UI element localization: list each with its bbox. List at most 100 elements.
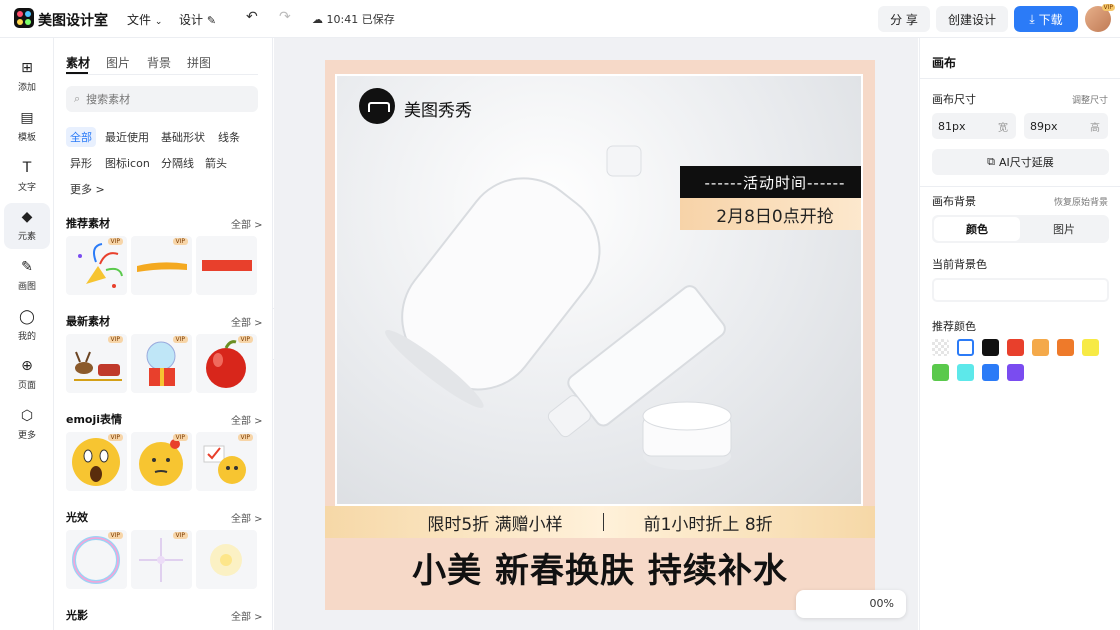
element-thumb-bubble[interactable]: VIP — [66, 530, 127, 589]
rail-item-text[interactable]: T 文字 — [4, 154, 50, 200]
swatch-transparent[interactable] — [932, 339, 949, 356]
rail-item-label: 画图 — [17, 282, 36, 292]
element-thumb-reindeer-sleigh[interactable]: VIP — [66, 334, 127, 393]
element-thumb-party-popper[interactable]: VIP — [66, 236, 127, 295]
redo-icon[interactable]: ↷ — [279, 9, 291, 25]
element-thumb-glow[interactable] — [196, 530, 257, 589]
chevron-down-icon: ⌄ — [154, 17, 163, 27]
swatch-cyan[interactable] — [957, 364, 974, 381]
seg-image[interactable]: 图片 — [1021, 217, 1107, 241]
element-thumb-red-bar[interactable] — [196, 236, 257, 295]
rail-item-label: 页面 — [17, 381, 36, 391]
rail-item-template[interactable]: ▤ 模板 — [4, 104, 50, 150]
search-box[interactable]: ⌕ — [66, 86, 258, 112]
tab-material[interactable]: 素材 — [66, 54, 90, 71]
zoom-level: 00% — [869, 597, 894, 610]
chip-divider[interactable]: 分隔线 — [157, 153, 198, 173]
element-thumb-emoji-thinking[interactable]: VIP — [131, 432, 192, 491]
element-thumb-brush-stroke[interactable]: VIP — [131, 236, 192, 295]
cube-icon: ⬡ — [20, 408, 34, 424]
section-more-emoji[interactable]: 全部 > — [231, 412, 263, 427]
vip-badge: VIP — [237, 336, 253, 343]
canvas-brand-text[interactable]: 美图秀秀 — [404, 96, 472, 121]
rail-item-add[interactable]: ⊞ 添加 — [4, 54, 50, 100]
ai-resize-button[interactable]: ⧉ AI尺寸延展 — [932, 149, 1109, 175]
element-thumb-emoji-scared[interactable]: VIP — [66, 432, 127, 491]
rail-item-page[interactable]: ⊕ 页面 — [4, 352, 50, 398]
swatch-light-orange[interactable] — [1032, 339, 1049, 356]
design-canvas[interactable]: 美图秀秀 ------活动时间------ 2月8日0点开抢 限时5折 满赠小样… — [325, 60, 875, 610]
rail-item-label: 我的 — [17, 332, 36, 342]
rail-item-more[interactable]: ⬡ 更多 — [4, 402, 50, 448]
width-field[interactable]: 81px 宽 — [932, 113, 1016, 139]
swatch-red[interactable] — [1007, 339, 1024, 356]
element-thumb-snow-globe-gift[interactable]: VIP — [131, 334, 192, 393]
resize-link[interactable]: 调整尺寸 — [1072, 93, 1108, 106]
file-menu[interactable]: 文件 ⌄ — [127, 11, 162, 28]
canvas-size-label: 画布尺寸 — [932, 93, 976, 106]
rail-item-mine[interactable]: ◯ 我的 — [4, 303, 50, 349]
element-thumb-apple[interactable]: VIP — [196, 334, 257, 393]
element-thumb-sparkle[interactable]: VIP — [131, 530, 192, 589]
vip-badge: VIP — [107, 532, 123, 539]
section-more-light-effect[interactable]: 全部 > — [231, 510, 263, 525]
tab-image[interactable]: 图片 — [106, 54, 130, 71]
chip-arrow[interactable]: 箭头 — [201, 153, 231, 173]
tab-collage[interactable]: 拼图 — [187, 54, 211, 71]
search-input[interactable] — [86, 92, 237, 106]
swatch-orange[interactable] — [1057, 339, 1074, 356]
vip-badge: VIP — [107, 238, 123, 245]
design-menu[interactable]: 设计 ✎ — [179, 11, 216, 28]
swatch-black[interactable] — [982, 339, 999, 356]
vip-badge: VIP — [172, 336, 188, 343]
section-title-emoji: emoji表情 — [66, 413, 123, 426]
promo-strip[interactable]: 限时5折 满赠小样 前1小时折上 8折 — [325, 506, 875, 538]
cloud-icon: ☁ — [312, 13, 323, 26]
zoom-control[interactable]: 00% — [796, 590, 906, 618]
download-button[interactable]: ⤓ 下载 — [1014, 6, 1078, 32]
width-value: 81px — [938, 119, 966, 133]
section-more-recommended[interactable]: 全部 > — [231, 216, 263, 231]
event-date-text[interactable]: 2月8日0点开抢 — [680, 198, 861, 230]
reset-bg-link[interactable]: 恢复原始背景 — [1054, 195, 1108, 208]
section-more-latest[interactable]: 全部 > — [231, 314, 263, 329]
draw-icon: ✎ — [21, 259, 33, 275]
undo-icon[interactable]: ↶ — [246, 9, 258, 25]
swatch-blue[interactable] — [982, 364, 999, 381]
chip-basic-shape[interactable]: 基础形状 — [157, 127, 209, 147]
tab-background[interactable]: 背景 — [147, 54, 171, 71]
chip-line[interactable]: 线条 — [214, 127, 244, 147]
swatch-white[interactable] — [957, 339, 974, 356]
app-name[interactable]: 美图设计室 — [38, 10, 108, 30]
swatch-yellow[interactable] — [1082, 339, 1099, 356]
seg-color[interactable]: 颜色 — [934, 217, 1020, 241]
rail-item-element[interactable]: ◆ 元素 — [4, 203, 50, 249]
share-button[interactable]: 分 享 — [878, 6, 930, 32]
rail-item-draw[interactable]: ✎ 画图 — [4, 253, 50, 299]
swatch-purple[interactable] — [1007, 364, 1024, 381]
event-time-title[interactable]: ------活动时间------ — [680, 166, 861, 198]
vip-badge: VIP — [172, 434, 188, 441]
section-more-light-shadow[interactable]: 全部 > — [231, 608, 263, 623]
section-title-light-effect: 光效 — [66, 511, 88, 524]
avatar[interactable]: VIP — [1085, 4, 1115, 32]
promo-divider — [602, 513, 604, 531]
chip-all[interactable]: 全部 — [66, 127, 96, 147]
chip-irregular[interactable]: 异形 — [66, 153, 96, 173]
template-icon: ▤ — [20, 110, 34, 126]
chip-icon[interactable]: 图标icon — [101, 153, 154, 173]
rail-item-label: 添加 — [17, 83, 36, 93]
chip-recent[interactable]: 最近使用 — [101, 127, 153, 147]
panel-title: 画布 — [932, 56, 957, 70]
swatch-green[interactable] — [932, 364, 949, 381]
chip-more[interactable]: 更多 > — [66, 179, 109, 199]
ai-resize-label: AI尺寸延展 — [999, 156, 1054, 169]
current-bg-color[interactable] — [932, 278, 1109, 302]
create-design-button[interactable]: 创建设计 — [936, 6, 1008, 32]
element-thumb-emoji-chick[interactable]: VIP — [196, 432, 257, 491]
app-logo[interactable] — [14, 8, 34, 28]
height-field[interactable]: 89px 高 — [1024, 113, 1108, 139]
product-photo[interactable]: 美图秀秀 ------活动时间------ 2月8日0点开抢 — [335, 74, 863, 506]
canvas-headline[interactable]: 小美 新春换肤 持续补水 — [325, 546, 875, 596]
vip-badge: VIP — [172, 238, 188, 245]
